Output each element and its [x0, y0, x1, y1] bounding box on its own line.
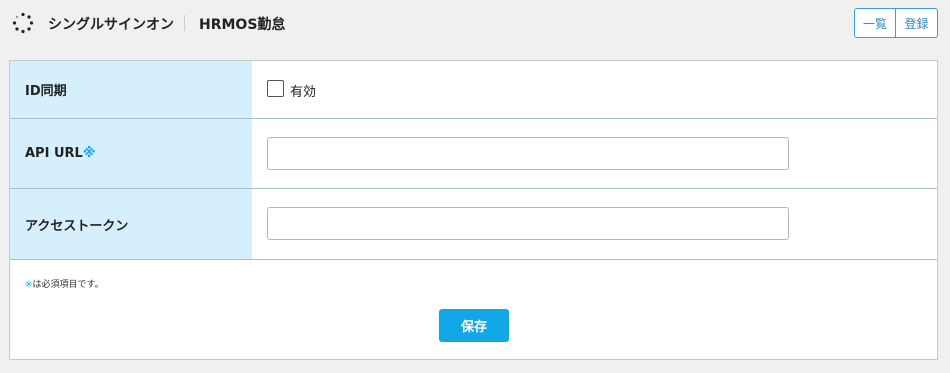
- list-button[interactable]: 一覧: [854, 8, 896, 38]
- id-sync-checkbox[interactable]: [267, 80, 284, 97]
- field-value-id-sync: 有効: [252, 61, 937, 118]
- form-row-api-url: API URL ※: [10, 119, 937, 189]
- field-label-access-token: アクセストークン: [10, 189, 252, 259]
- header-button-group: 一覧 登録: [854, 8, 938, 38]
- required-mark: ※: [82, 146, 96, 161]
- id-sync-checkbox-label[interactable]: 有効: [290, 81, 316, 100]
- form-row-access-token: アクセストークン: [10, 189, 937, 260]
- register-button[interactable]: 登録: [896, 8, 938, 38]
- access-token-input[interactable]: [267, 207, 789, 240]
- breadcrumb-app-name: シングルサインオン: [48, 17, 174, 33]
- page-title: HRMOS勤怠: [199, 17, 286, 33]
- required-note-mark: ※: [25, 280, 33, 290]
- field-label-text: ID同期: [25, 84, 67, 99]
- field-label-text: アクセストークン: [25, 218, 129, 234]
- save-button[interactable]: 保存: [439, 309, 509, 342]
- field-label-api-url: API URL ※: [10, 119, 252, 188]
- api-url-input[interactable]: [267, 137, 789, 170]
- field-value-access-token: [252, 189, 937, 259]
- sso-logo-icon: [12, 12, 34, 34]
- required-note-text: は必須項目です。: [32, 280, 104, 290]
- field-label-id-sync: ID同期: [10, 61, 252, 118]
- required-note: ※は必須項目です。: [25, 277, 104, 290]
- settings-form: ID同期 有効 API URL ※ アクセストークン ※は必須項目です。 保存: [9, 60, 938, 360]
- breadcrumb-divider: [184, 15, 185, 31]
- field-value-api-url: [252, 119, 937, 188]
- page-header: シングルサインオン HRMOS勤怠 一覧 登録: [0, 0, 950, 46]
- form-row-id-sync: ID同期 有効: [10, 61, 937, 119]
- field-label-text: API URL: [25, 146, 83, 161]
